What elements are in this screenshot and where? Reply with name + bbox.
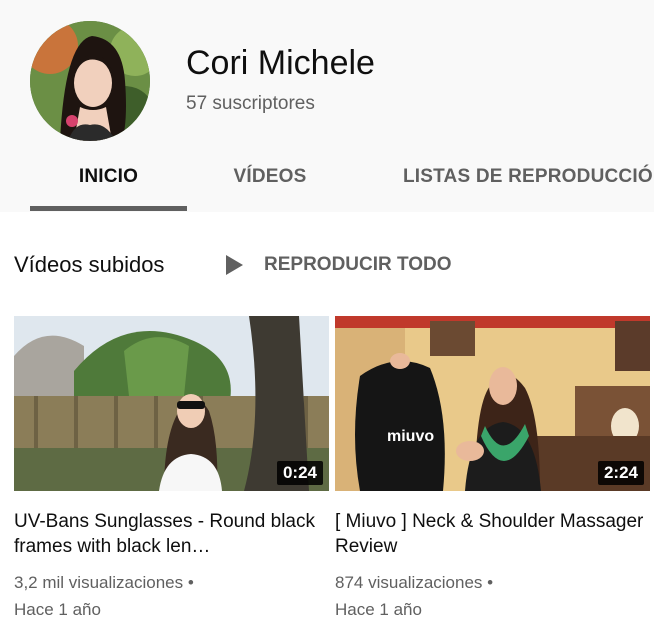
channel-header: Cori Michele 57 suscriptores INICIO VÍDE…: [0, 0, 654, 212]
video-title[interactable]: [ Miuvo ] Neck & Shoulder Massager Revie…: [335, 509, 650, 559]
channel-tabs: INICIO VÍDEOS LISTAS DE REPRODUCCIÓN: [0, 150, 654, 212]
play-all-button[interactable]: REPRODUCIR TODO: [226, 250, 452, 280]
video-card[interactable]: 0:24 UV-Bans Sunglasses - Round black fr…: [14, 316, 329, 623]
tab-playlists[interactable]: LISTAS DE REPRODUCCIÓN: [403, 150, 654, 212]
avatar[interactable]: [30, 21, 150, 141]
play-all-label: REPRODUCIR TODO: [264, 254, 452, 275]
view-count: 874 visualizaciones •: [335, 573, 494, 592]
video-duration: 2:24: [597, 461, 644, 485]
upload-age: Hace 1 año: [14, 600, 101, 619]
video-thumbnail[interactable]: miuvo 2:24: [335, 316, 650, 491]
subscriber-count: 57 suscriptores: [186, 93, 315, 114]
upload-age: Hace 1 año: [335, 600, 422, 619]
section-title: Vídeos subidos: [14, 252, 165, 277]
video-title[interactable]: UV-Bans Sunglasses - Round black frames …: [14, 509, 329, 559]
active-tab-indicator: [30, 206, 187, 211]
video-duration: 0:24: [276, 461, 323, 485]
tab-videos[interactable]: VÍDEOS: [200, 150, 340, 212]
avatar-image: [30, 21, 150, 141]
video-card[interactable]: miuvo 2:24 [ Miuvo ] Neck & Shoulder Mas…: [335, 316, 650, 623]
video-metadata: 3,2 mil visualizaciones • Hace 1 año: [14, 569, 329, 623]
play-icon: [226, 255, 243, 275]
video-thumbnail[interactable]: 0:24: [14, 316, 329, 491]
bag-logo-text: miuvo: [387, 428, 434, 445]
view-count: 3,2 mil visualizaciones •: [14, 573, 194, 592]
video-metadata: 874 visualizaciones • Hace 1 año: [335, 569, 650, 623]
channel-name: Cori Michele: [186, 44, 375, 82]
tab-inicio[interactable]: INICIO: [30, 150, 187, 212]
